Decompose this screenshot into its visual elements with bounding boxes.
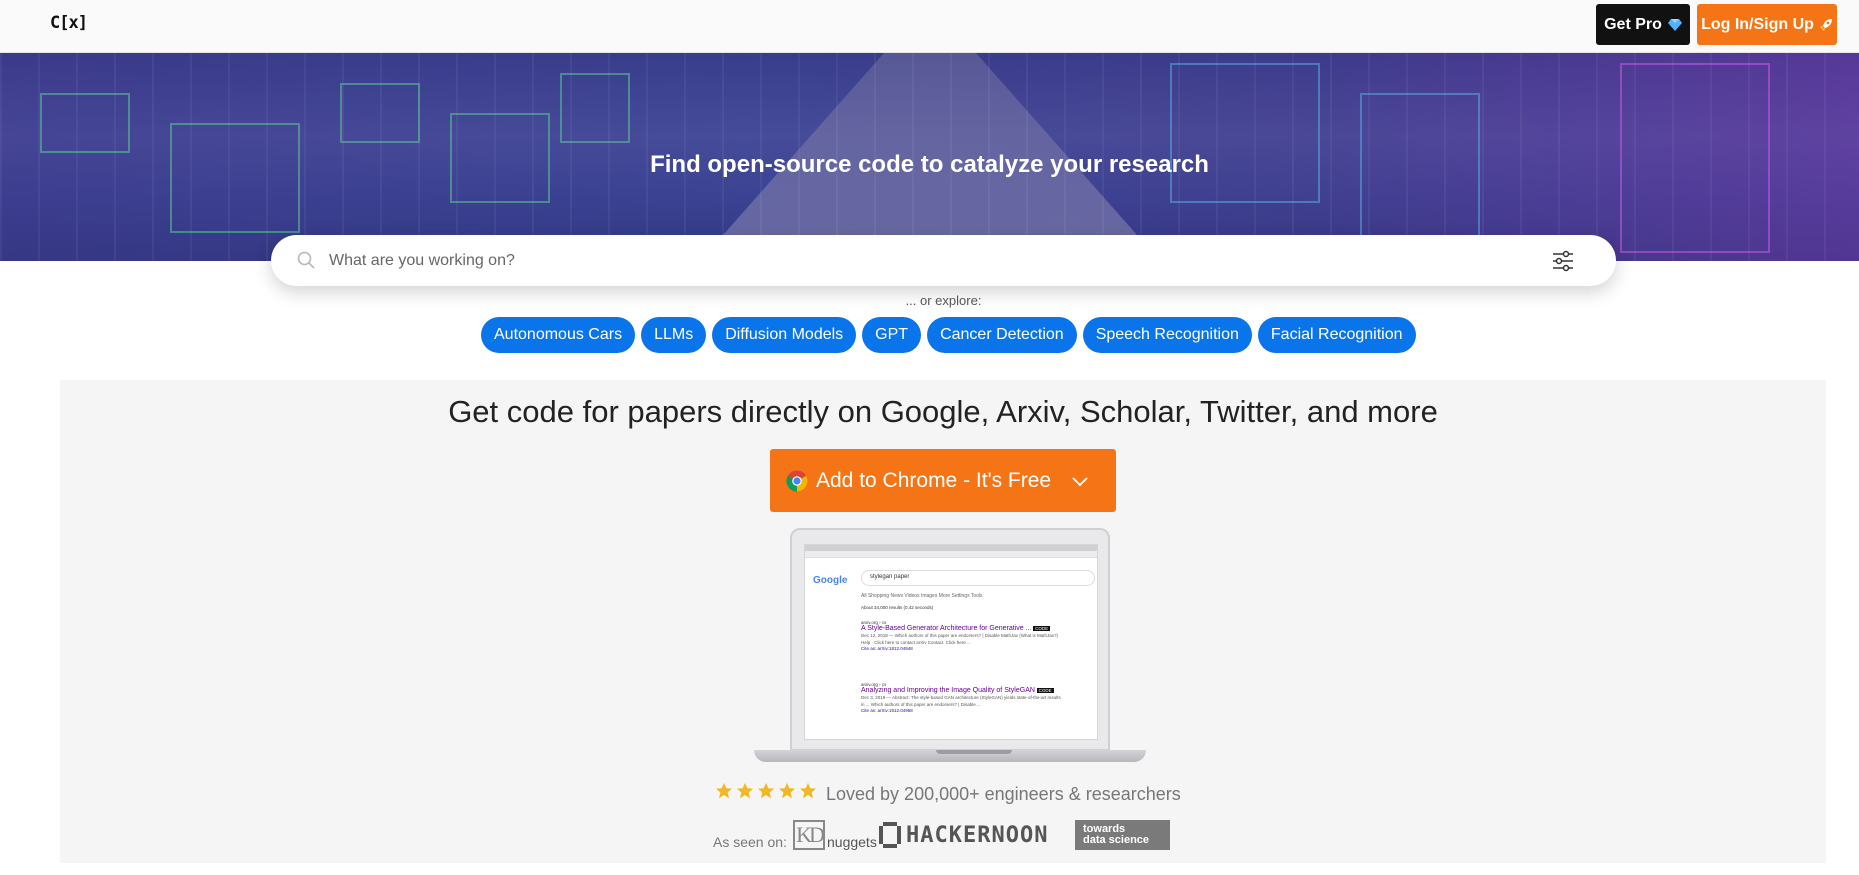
- google-query: stylegan paper: [861, 570, 1095, 586]
- chip-llms[interactable]: LLMs: [641, 317, 707, 353]
- star-icon: [799, 782, 817, 799]
- results-stats: About 34,000 results (0.42 seconds): [861, 605, 934, 610]
- chip-facial-recognition[interactable]: Facial Recognition: [1257, 317, 1416, 353]
- star-icon: [736, 782, 754, 799]
- star-icon: [715, 782, 733, 799]
- google-result: arxiv.org › cs Analyzing and Improving t…: [861, 682, 1061, 713]
- add-to-chrome-label: Add to Chrome - It's Free: [816, 468, 1052, 492]
- chip-speech-recognition[interactable]: Speech Recognition: [1082, 317, 1252, 353]
- star-icon: [778, 782, 796, 799]
- promo-title: Get code for papers directly on Google, …: [448, 394, 1438, 429]
- detection-box: [560, 73, 630, 143]
- detection-box: [40, 93, 130, 153]
- explore-chips: Autonomous Cars LLMs Diffusion Models GP…: [481, 317, 1416, 353]
- kdnuggets-mark: KD: [793, 820, 825, 850]
- detection-box: [1170, 63, 1320, 203]
- google-logo: Google: [813, 575, 848, 586]
- hackernoon-icon: [879, 822, 901, 848]
- chip-autonomous-cars[interactable]: Autonomous Cars: [481, 317, 636, 353]
- result-title: Analyzing and Improving the Image Qualit…: [861, 687, 1035, 694]
- code-tag: CODE: [1036, 688, 1054, 693]
- hackernoon-text: HACKERNOON: [906, 822, 1049, 848]
- extension-promo: Get code for papers directly on Google, …: [60, 380, 1826, 863]
- get-pro-button[interactable]: Get Pro: [1596, 4, 1690, 45]
- rating-stars: [715, 782, 817, 800]
- add-to-chrome-button[interactable]: Add to Chrome - It's Free: [770, 449, 1116, 512]
- chip-gpt[interactable]: GPT: [862, 317, 922, 353]
- result-snippet: Dec 12, 2018 — Which authors of this pap…: [861, 633, 1059, 645]
- code-tag: CODE: [1033, 626, 1051, 631]
- site-logo[interactable]: C[x]: [50, 13, 88, 33]
- search-input[interactable]: [329, 235, 1509, 286]
- top-nav: C[x] Get Pro Log In/Sign Up: [0, 0, 1859, 53]
- hackernoon-logo: HACKERNOON: [878, 820, 1048, 850]
- as-seen-on-label: As seen on:: [713, 834, 787, 850]
- get-pro-label: Get Pro: [1604, 15, 1662, 33]
- chip-cancer-detection[interactable]: Cancer Detection: [927, 317, 1077, 353]
- star-icon: [757, 782, 775, 799]
- detection-box: [340, 83, 420, 143]
- browser-addressbar: [805, 551, 1097, 558]
- search-icon: [297, 251, 315, 269]
- google-result: arxiv.org › cs A Style-Based Generator A…: [861, 620, 1061, 651]
- login-signup-button[interactable]: Log In/Sign Up: [1697, 4, 1837, 45]
- filter-sliders-icon[interactable]: [1551, 249, 1575, 273]
- rocket-icon: [1819, 18, 1832, 31]
- result-snippet: Dec 3, 2019 — Abstract: The style-based …: [861, 695, 1061, 707]
- kdnuggets-logo: KD nuggets: [793, 820, 877, 850]
- kdnuggets-text: nuggets: [827, 834, 877, 850]
- towards-data-science-logo: towards data science: [1075, 820, 1170, 850]
- result-meta: Cite as: arXiv:1812.04948: [861, 646, 913, 651]
- result-meta: Cite as: arXiv:1912.04958: [861, 708, 913, 713]
- login-signup-label: Log In/Sign Up: [1701, 15, 1814, 33]
- result-title: A Style-Based Generator Architecture for…: [861, 625, 1032, 632]
- loved-by-text: Loved by 200,000+ engineers & researcher…: [826, 784, 1181, 804]
- google-stats: About 34,000 results (0.42 seconds): [861, 605, 933, 611]
- google-tabs: All Shopping News Videos Images More Set…: [861, 593, 983, 599]
- gem-icon: [1667, 18, 1682, 31]
- chip-diffusion-models[interactable]: Diffusion Models: [712, 317, 857, 353]
- explore-label: ... or explore:: [905, 293, 982, 308]
- search-bar[interactable]: [271, 235, 1616, 286]
- chrome-icon: [786, 470, 808, 491]
- tds-line-2: data science: [1083, 834, 1150, 846]
- hero-title: Find open-source code to catalyze your r…: [650, 151, 1209, 178]
- laptop-screenshot: Google stylegan paper All Shopping News …: [754, 528, 1146, 762]
- hero-banner: Find open-source code to catalyze your r…: [0, 53, 1859, 261]
- laptop-notch: [936, 750, 1012, 754]
- chevron-down-icon[interactable]: [1071, 472, 1089, 490]
- google-results-preview: Google stylegan paper All Shopping News …: [804, 544, 1098, 740]
- laptop-lid: Google stylegan paper All Shopping News …: [790, 528, 1110, 751]
